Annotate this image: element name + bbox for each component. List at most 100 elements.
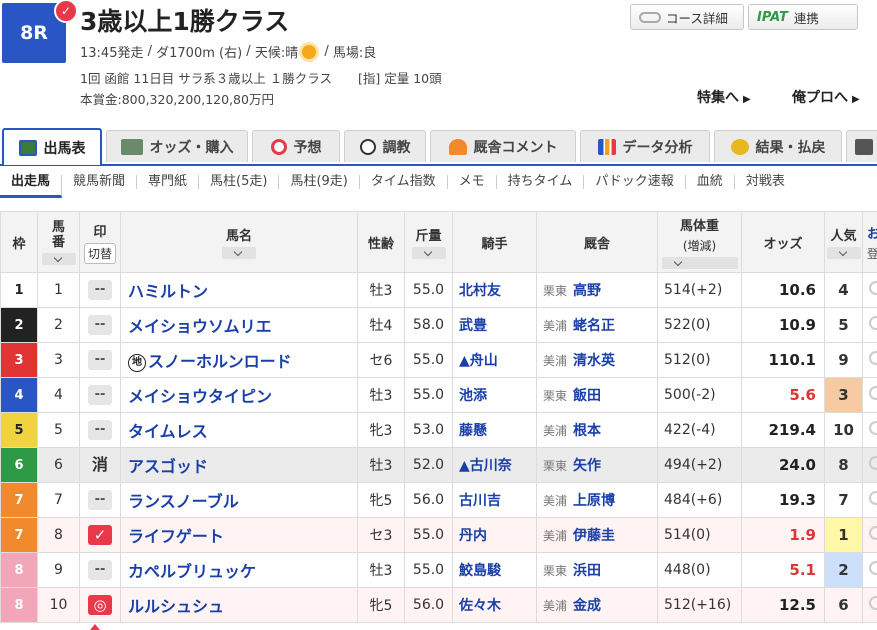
jockey-link[interactable]: 藤懸: [452, 412, 537, 448]
trainer-link[interactable]: 金成: [573, 598, 601, 614]
col-popularity[interactable]: 人気: [824, 211, 863, 273]
ipat-link-button[interactable]: IPAT 連携: [748, 4, 858, 30]
mark-cell[interactable]: --: [79, 272, 121, 308]
mark-cell[interactable]: --: [79, 412, 121, 448]
horse-name-link[interactable]: スノーホルンロード: [148, 352, 292, 371]
horse-name-cell[interactable]: ルルシュシュ: [120, 587, 358, 623]
mypro-link[interactable]: 俺プロへ ▶: [792, 87, 860, 107]
horse-name-cell[interactable]: ハミルトン: [120, 272, 358, 308]
horse-name-cell[interactable]: メイショウタイピン: [120, 377, 358, 413]
subnav-past5[interactable]: 馬柱(5走): [199, 175, 280, 189]
mark-button[interactable]: --: [88, 560, 112, 580]
tab-odds-purchase[interactable]: オッズ・購入: [106, 130, 248, 162]
horse-name-link[interactable]: ランスノーブル: [128, 492, 239, 511]
col-body-weight[interactable]: 馬体重 (増減): [657, 211, 742, 273]
horse-name-link[interactable]: タイムレス: [128, 422, 208, 441]
horse-name-link[interactable]: カペルブリュッケ: [128, 562, 256, 581]
subnav-memo[interactable]: メモ: [448, 175, 497, 189]
horse-name-link[interactable]: メイショウタイピン: [128, 387, 272, 406]
tab-data-analysis[interactable]: データ分析: [580, 130, 710, 162]
radio-icon[interactable]: [869, 456, 877, 470]
trainer-link[interactable]: 清水英: [573, 353, 615, 369]
extra-cell[interactable]: [862, 307, 877, 343]
subnav-best-time[interactable]: 持ちタイム: [497, 175, 585, 189]
extra-cell[interactable]: [862, 447, 877, 483]
col-weight[interactable]: 斤量: [404, 211, 453, 273]
horse-name-cell[interactable]: アスゴッド: [120, 447, 358, 483]
horse-name-link[interactable]: ルルシュシュ: [128, 597, 224, 616]
jockey-link[interactable]: ▲古川奈: [452, 447, 537, 483]
sort-toggle-icon[interactable]: [41, 252, 76, 265]
horse-name-cell[interactable]: 地スノーホルンロード: [120, 342, 358, 378]
radio-icon[interactable]: [869, 351, 877, 365]
trainer-link[interactable]: 浜田: [573, 563, 601, 579]
extra-cell[interactable]: [862, 552, 877, 588]
mark-button[interactable]: ✓: [88, 525, 112, 545]
radio-icon[interactable]: [869, 421, 877, 435]
jockey-link[interactable]: 武豊: [452, 307, 537, 343]
trainer-link[interactable]: 矢作: [573, 458, 601, 474]
sort-toggle-icon[interactable]: [222, 247, 256, 259]
jockey-link[interactable]: ▲舟山: [452, 342, 537, 378]
special-feature-link[interactable]: 特集へ ▶: [697, 87, 751, 107]
subnav-specialist[interactable]: 専門紙: [137, 175, 200, 189]
mark-button[interactable]: --: [88, 490, 112, 510]
horse-name-cell[interactable]: ランスノーブル: [120, 482, 358, 518]
horse-name-cell[interactable]: タイムレス: [120, 412, 358, 448]
tab-results-payouts[interactable]: 結果・払戻: [714, 130, 842, 162]
extra-cell[interactable]: [862, 412, 877, 448]
tab-training[interactable]: 調教: [344, 130, 426, 162]
subnav-time-index[interactable]: タイム指数: [360, 175, 448, 189]
jockey-link[interactable]: 佐々木: [452, 587, 537, 623]
col-horse[interactable]: 馬名: [120, 211, 358, 273]
horse-name-cell[interactable]: ライフゲート: [120, 517, 358, 553]
mark-cell[interactable]: --: [79, 377, 121, 413]
trainer-link[interactable]: 根本: [573, 423, 601, 439]
trainer-link[interactable]: 伊藤圭: [573, 528, 615, 544]
radio-icon[interactable]: [869, 526, 877, 540]
mark-button[interactable]: --: [88, 385, 112, 405]
mark-cell[interactable]: --: [79, 342, 121, 378]
subnav-paddock[interactable]: パドック速報: [584, 175, 686, 189]
trainer-link[interactable]: 蛯名正: [573, 318, 615, 334]
jockey-link[interactable]: 北村友: [452, 272, 537, 308]
radio-icon[interactable]: [869, 491, 877, 505]
tab-stable-comments[interactable]: 厩舎コメント: [430, 130, 576, 162]
horse-name-cell[interactable]: メイショウソムリエ: [120, 307, 358, 343]
subnav-matchup[interactable]: 対戦表: [735, 175, 796, 189]
subnav-past9[interactable]: 馬柱(9走): [279, 175, 360, 189]
extra-cell[interactable]: [862, 587, 877, 623]
radio-icon[interactable]: [869, 386, 877, 400]
sort-toggle-icon[interactable]: [661, 257, 738, 269]
mark-cell[interactable]: 消: [79, 447, 121, 483]
jockey-link[interactable]: 古川吉: [452, 482, 537, 518]
trainer-link[interactable]: 高野: [573, 283, 601, 299]
horse-name-cell[interactable]: カペルブリュッケ: [120, 552, 358, 588]
trainer-link[interactable]: 飯田: [573, 388, 601, 404]
jockey-link[interactable]: 鮫島駿: [452, 552, 537, 588]
mark-cell[interactable]: --: [79, 482, 121, 518]
extra-cell[interactable]: [862, 377, 877, 413]
mark-button[interactable]: 消: [88, 455, 112, 475]
extra-cell[interactable]: [862, 482, 877, 518]
mark-button[interactable]: --: [88, 350, 112, 370]
horse-name-link[interactable]: メイショウソムリエ: [128, 317, 272, 336]
tab-prediction[interactable]: 予想: [252, 130, 340, 162]
mark-cell[interactable]: --: [79, 307, 121, 343]
mark-button[interactable]: --: [88, 420, 112, 440]
extra-cell[interactable]: [862, 272, 877, 308]
radio-icon[interactable]: [869, 561, 877, 575]
radio-icon[interactable]: [869, 316, 877, 330]
sort-toggle-icon[interactable]: [826, 247, 861, 259]
radio-icon[interactable]: [869, 281, 877, 295]
subnav-pedigree[interactable]: 血統: [686, 175, 735, 189]
radio-icon[interactable]: [869, 596, 877, 610]
horse-name-link[interactable]: ライフゲート: [128, 527, 224, 546]
col-umaban[interactable]: 馬番: [37, 211, 80, 273]
tab-video[interactable]: [846, 130, 877, 162]
mark-switch-button[interactable]: 切替: [83, 242, 116, 264]
extra-cell[interactable]: [862, 342, 877, 378]
mark-cell[interactable]: --: [79, 552, 121, 588]
mark-cell[interactable]: ◎: [79, 587, 121, 623]
extra-cell[interactable]: [862, 517, 877, 553]
